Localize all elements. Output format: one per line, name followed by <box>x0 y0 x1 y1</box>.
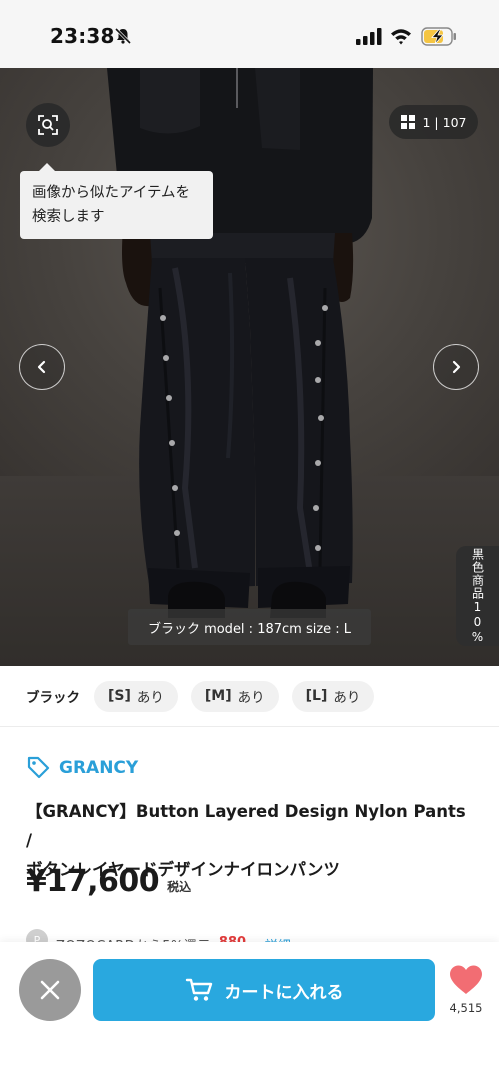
heart-icon <box>450 965 482 994</box>
battery-charging-icon <box>421 27 456 46</box>
previous-image-button[interactable] <box>19 344 65 390</box>
brand-link[interactable]: GRANCY <box>26 755 138 780</box>
bottom-action-bar: カートに入れる 4,515 <box>0 942 499 1080</box>
favorite-button[interactable]: 4,515 <box>444 964 488 1020</box>
chevron-left-icon <box>37 360 46 374</box>
stock-label: あり <box>333 690 361 706</box>
image-search-button[interactable] <box>26 103 70 147</box>
size-chip-s[interactable]: [S] あり <box>94 680 178 712</box>
chevron-right-icon <box>452 360 461 374</box>
color-product-tag[interactable]: 黒色商品10% <box>456 546 499 646</box>
close-icon <box>40 980 60 1000</box>
price: ¥17,600 <box>26 864 160 899</box>
tag-icon <box>27 756 50 779</box>
color-label: ブラック <box>26 690 80 706</box>
gallery-counter-text: 1 | 107 <box>422 114 467 130</box>
status-time: 23:38 <box>50 24 115 48</box>
product-photo <box>107 68 373 618</box>
grid-icon <box>400 115 415 129</box>
cart-icon <box>185 978 212 1001</box>
stock-label: あり <box>136 690 164 706</box>
image-search-icon <box>38 115 58 135</box>
stock-label: あり <box>237 690 265 706</box>
image-search-tooltip: 画像から似たアイテムを検索します <box>20 163 213 239</box>
price-row: ¥17,600 税込 <box>26 864 191 899</box>
wifi-icon <box>391 29 411 45</box>
status-bar: 23:38 <box>0 0 499 68</box>
brand-name: GRANCY <box>59 757 139 778</box>
close-button[interactable] <box>19 959 81 1021</box>
product-title-line1: 【GRANCY】Button Layered Design Nylon Pant… <box>26 802 466 850</box>
color-size-row: ブラック [S] あり [M] あり [L] あり <box>0 666 499 727</box>
product-image-gallery[interactable]: 画像から似たアイテムを検索します 1 | 107 黒色商品10% ブラック mo… <box>0 68 499 666</box>
tax-label: 税込 <box>167 880 192 894</box>
next-image-button[interactable] <box>433 344 479 390</box>
favorite-count: 4,515 <box>449 1001 483 1015</box>
image-caption: ブラック model : 187cm size : L <box>128 609 371 645</box>
size-label: [S] <box>108 688 131 704</box>
signal-icon <box>356 28 382 45</box>
size-chip-m[interactable]: [M] あり <box>190 680 279 712</box>
size-label: [L] <box>305 688 328 704</box>
size-chip-l[interactable]: [L] あり <box>291 680 375 712</box>
gallery-counter[interactable]: 1 | 107 <box>389 105 478 139</box>
add-to-cart-label: カートに入れる <box>224 982 344 1003</box>
bell-slash-icon <box>114 27 132 45</box>
add-to-cart-button[interactable]: カートに入れる <box>93 959 435 1021</box>
size-label: [M] <box>204 688 232 704</box>
